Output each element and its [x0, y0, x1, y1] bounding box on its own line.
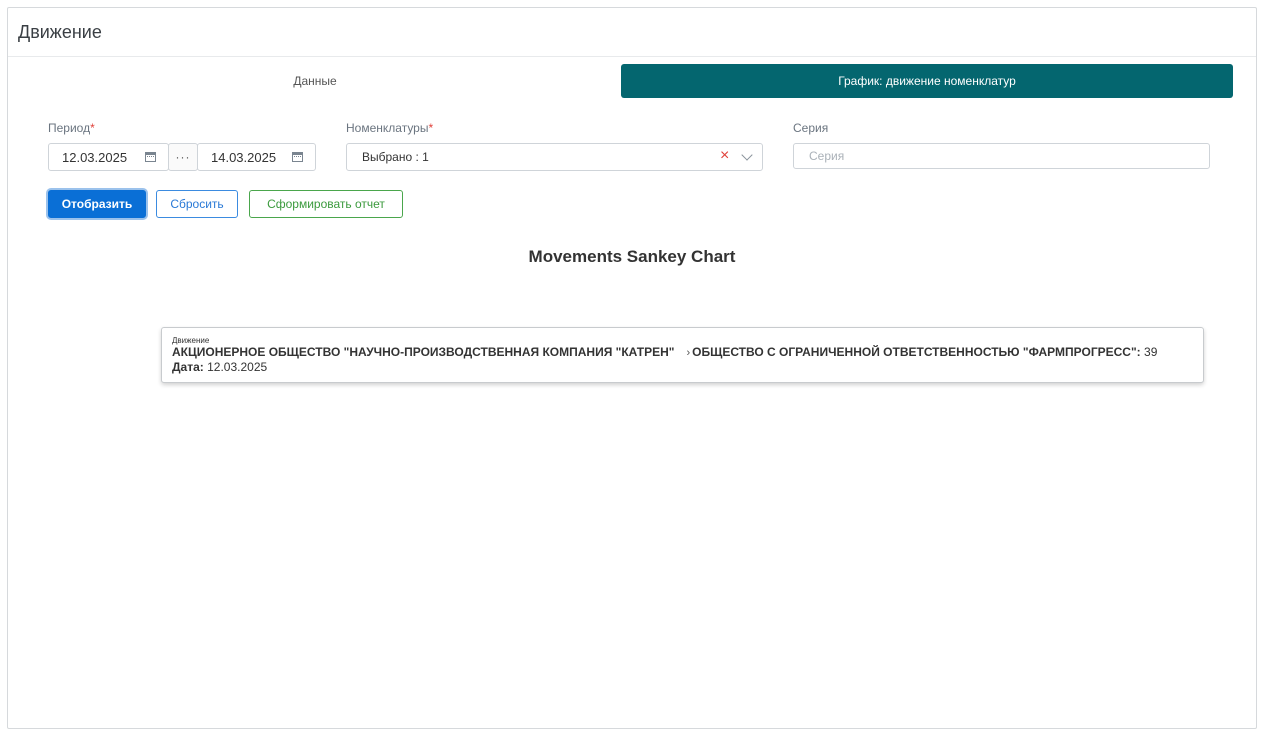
panel-title: Движение [8, 8, 1256, 57]
tooltip-value: 39 [1144, 345, 1158, 359]
period-from-input[interactable]: 12.03.2025 [48, 143, 169, 171]
tooltip-target: ОБЩЕСТВО С ОГРАНИЧЕННОЙ ОТВЕТСТВЕННОСТЬЮ… [692, 345, 1137, 359]
tooltip-source: АКЦИОНЕРНОЕ ОБЩЕСТВО "НАУЧНО-ПРОИЗВОДСТВ… [172, 345, 675, 359]
chart-title: Movements Sankey Chart [528, 247, 736, 266]
period-range-separator: ··· [168, 143, 198, 171]
series-label: Серия [793, 121, 829, 135]
reset-button[interactable]: Сбросить [156, 190, 238, 218]
tooltip-title: Движение [172, 336, 210, 345]
tooltip-date-line: Дата: 12.03.2025 [172, 360, 1193, 374]
period-to-value: 14.03.2025 [211, 149, 277, 165]
period-to-input[interactable]: 14.03.2025 [197, 143, 316, 171]
tooltip-link-line: АКЦИОНЕРНОЕ ОБЩЕСТВО "НАУЧНО-ПРОИЗВОДСТВ… [172, 345, 1193, 360]
chevron-down-icon[interactable] [741, 149, 753, 161]
required-mark: * [90, 121, 95, 135]
nomenclatures-select[interactable]: Выбрано : 1 × [346, 143, 763, 171]
series-input[interactable]: Серия [793, 143, 1210, 169]
clear-icon[interactable]: × [720, 147, 729, 165]
nomenclatures-label-text: Номенклатуры [346, 121, 429, 135]
sankey-tooltip: Движение АКЦИОНЕРНОЕ ОБЩЕСТВО "НАУЧНО-ПР… [161, 327, 1204, 383]
tab-data[interactable]: Данные [15, 64, 615, 98]
tooltip-date-label: Дата: [172, 360, 204, 374]
nomenclatures-value: Выбрано : 1 [362, 150, 429, 164]
calendar-icon[interactable] [145, 152, 156, 162]
required-mark: * [428, 121, 434, 135]
arrow-right-icon: › [686, 347, 691, 359]
generate-report-button[interactable]: Сформировать отчет [249, 190, 403, 218]
tooltip-date: 12.03.2025 [207, 360, 268, 374]
period-label-text: Период [48, 121, 91, 135]
calendar-icon[interactable] [292, 152, 303, 162]
period-label: Период* [48, 121, 95, 135]
period-from-value: 12.03.2025 [62, 149, 128, 165]
tooltip-colon: : [1136, 345, 1141, 359]
nomenclatures-label: Номенклатуры* [346, 121, 433, 135]
tab-bar: Данные График: движение номенклатур [15, 64, 1233, 98]
tab-chart-movement[interactable]: График: движение номенклатур [621, 64, 1233, 98]
show-button[interactable]: Отобразить [48, 190, 146, 218]
